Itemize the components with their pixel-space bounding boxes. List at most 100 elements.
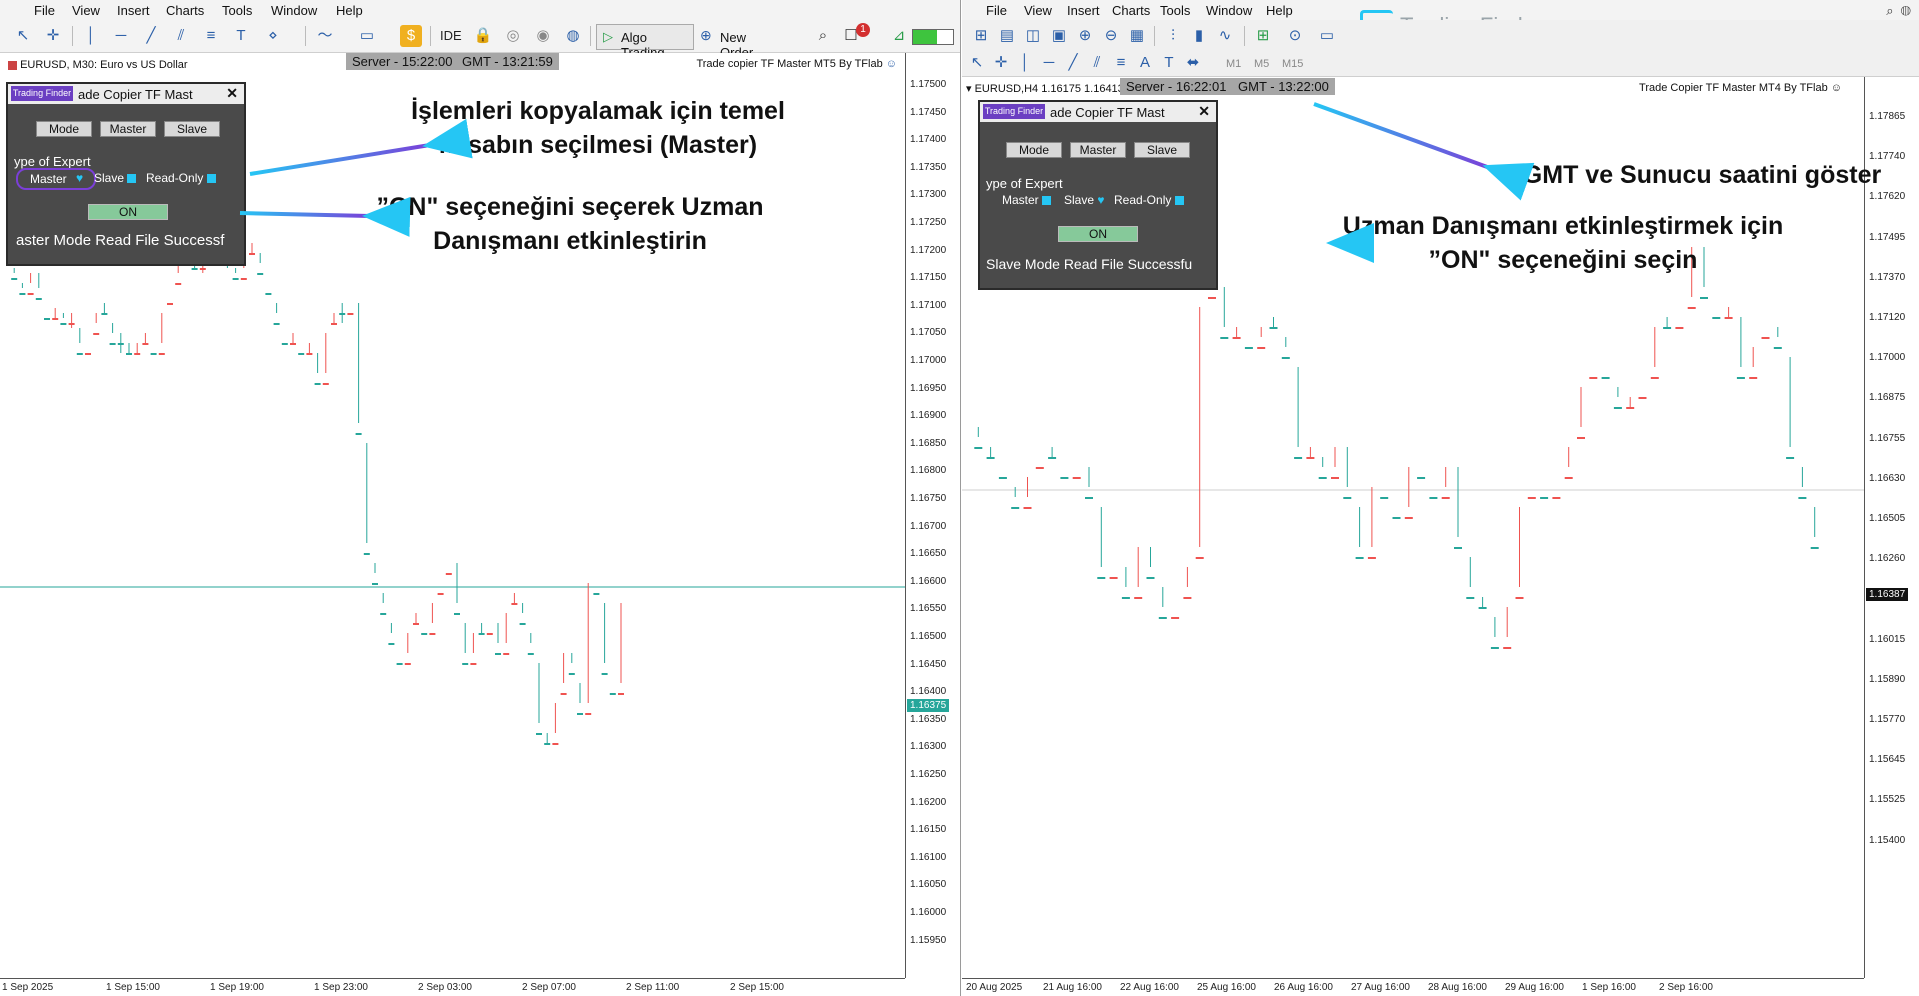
price-tick: 1.16600 (910, 575, 947, 587)
signal-strength-icon[interactable]: ⊿ (888, 25, 910, 47)
panel-close-button[interactable]: ✕ (1198, 103, 1210, 120)
zoom-out-icon[interactable]: ⊖ (1100, 25, 1122, 47)
slave-button[interactable]: Slave (1134, 142, 1190, 158)
slave-option[interactable]: Slave ♥ (1064, 193, 1105, 207)
menu-charts[interactable]: Charts (1112, 3, 1150, 18)
menu-view[interactable]: View (72, 3, 100, 18)
fibo-icon[interactable]: ≡ (200, 25, 222, 47)
master-button[interactable]: Master (100, 121, 156, 137)
candle-icon[interactable]: ▮ (1188, 25, 1210, 47)
dollar-icon[interactable]: $ (400, 25, 422, 47)
tile-icon[interactable]: ▦ (1126, 25, 1148, 47)
ide-button[interactable]: IDE (440, 28, 462, 43)
menu-window[interactable]: Window (1206, 3, 1252, 18)
menu-insert[interactable]: Insert (1067, 3, 1100, 18)
templates-icon[interactable]: ▭ (1316, 25, 1338, 47)
candle (1060, 477, 1069, 479)
vertical-line-icon[interactable]: │ (80, 25, 102, 47)
candle (560, 693, 567, 695)
channel-icon[interactable]: ⫽ (170, 25, 192, 47)
mode-button[interactable]: Mode (1006, 142, 1062, 158)
text-icon[interactable]: A (1134, 52, 1156, 74)
label-icon[interactable]: T (1158, 52, 1180, 74)
candle (68, 323, 75, 325)
candle (1367, 557, 1376, 559)
readonly-option[interactable]: Read-Only (1114, 193, 1184, 207)
menu-help[interactable]: Help (336, 3, 363, 18)
indicators-icon[interactable]: 〜 (314, 25, 336, 47)
algo-trading-button[interactable]: ▷ Algo Trading (596, 24, 694, 60)
candle (199, 268, 206, 270)
cursor-icon[interactable]: ↖ (12, 25, 34, 47)
menu-charts[interactable]: Charts (166, 3, 204, 18)
new-chart-icon[interactable]: ⊞ (970, 25, 992, 47)
mode-button[interactable]: Mode (36, 121, 92, 137)
globe-icon[interactable]: ◍ (562, 25, 584, 47)
candle (1749, 377, 1758, 379)
navigator-icon[interactable]: ▣ (1048, 25, 1070, 47)
search-icon[interactable]: ⌕ (812, 25, 834, 47)
menu-file[interactable]: File (34, 3, 55, 18)
panel-close-button[interactable]: ✕ (226, 85, 238, 102)
crosshair-icon[interactable]: ✛ (990, 52, 1012, 74)
radio-icon[interactable]: ◉ (532, 25, 554, 47)
zoom-in-icon[interactable]: ⊕ (1074, 25, 1096, 47)
crosshair-icon[interactable]: ✛ (42, 25, 64, 47)
period-m5[interactable]: M5 (1254, 58, 1269, 70)
fibo-icon[interactable]: ≡ (1110, 52, 1132, 74)
menu-file[interactable]: File (986, 3, 1007, 18)
candle (1724, 317, 1733, 319)
menu-view[interactable]: View (1024, 3, 1052, 18)
shapes-icon[interactable]: ⋄ (262, 25, 284, 47)
menu-window[interactable]: Window (271, 3, 317, 18)
menu-tools[interactable]: Tools (222, 3, 252, 18)
candle (101, 313, 108, 315)
master-option[interactable]: Master (1002, 193, 1052, 207)
profiles-icon[interactable]: ▤ (996, 25, 1018, 47)
trendline-icon[interactable]: ╱ (140, 25, 162, 47)
master-button[interactable]: Master (1070, 142, 1126, 158)
candle (1589, 377, 1598, 379)
bar-chart-icon[interactable]: ⫶ (1162, 25, 1184, 47)
time-tick: 1 Sep 19:00 (210, 982, 264, 993)
price-tick: 1.17150 (910, 272, 947, 284)
horizontal-line-icon[interactable]: ─ (110, 25, 132, 47)
chat-icon[interactable]: ◍ (1901, 3, 1911, 18)
menu-help[interactable]: Help (1266, 3, 1293, 18)
master-option[interactable]: Master ♥ (16, 168, 96, 190)
slave-option[interactable]: Slave (94, 171, 137, 185)
candle (1208, 297, 1216, 299)
horizontal-line-icon[interactable]: ─ (1038, 52, 1060, 74)
lock-icon[interactable]: 🔒 (472, 25, 494, 47)
line-chart-icon[interactable]: ∿ (1214, 25, 1236, 47)
menu-tools[interactable]: Tools (1160, 3, 1190, 18)
candle (232, 278, 239, 280)
on-button[interactable]: ON (88, 204, 168, 220)
candle (1355, 557, 1364, 559)
period-icon[interactable]: ⊙ (1284, 25, 1306, 47)
price-tick: 1.15400 (1869, 834, 1906, 846)
text-icon[interactable]: T (230, 25, 252, 47)
add-indicator-icon[interactable]: ⊞ (1252, 25, 1274, 47)
trendline-icon[interactable]: ╱ (1062, 52, 1084, 74)
candle (109, 343, 116, 345)
candle (1478, 607, 1487, 609)
readonly-option[interactable]: Read-Only (146, 171, 216, 185)
candle (126, 353, 132, 355)
signal-icon[interactable]: ◎ (502, 25, 524, 47)
channel-icon[interactable]: ⫽ (1086, 52, 1108, 74)
vertical-line-icon[interactable]: │ (1014, 52, 1036, 74)
period-m1[interactable]: M1 (1226, 58, 1241, 70)
menu-insert[interactable]: Insert (117, 3, 150, 18)
chart-type-icon[interactable]: ▭ (356, 25, 378, 47)
candle (273, 323, 280, 325)
period-m15[interactable]: M15 (1282, 58, 1303, 70)
search-icon[interactable]: ⌕ (1886, 3, 1893, 18)
cursor-icon[interactable]: ↖ (966, 52, 988, 74)
arrows-icon[interactable]: ⬌ (1182, 52, 1204, 74)
new-order-button[interactable]: ⊕ New Order (700, 24, 780, 60)
on-button[interactable]: ON (1058, 226, 1138, 242)
market-watch-icon[interactable]: ◫ (1022, 25, 1044, 47)
slave-button[interactable]: Slave (164, 121, 220, 137)
candle (1786, 457, 1795, 459)
